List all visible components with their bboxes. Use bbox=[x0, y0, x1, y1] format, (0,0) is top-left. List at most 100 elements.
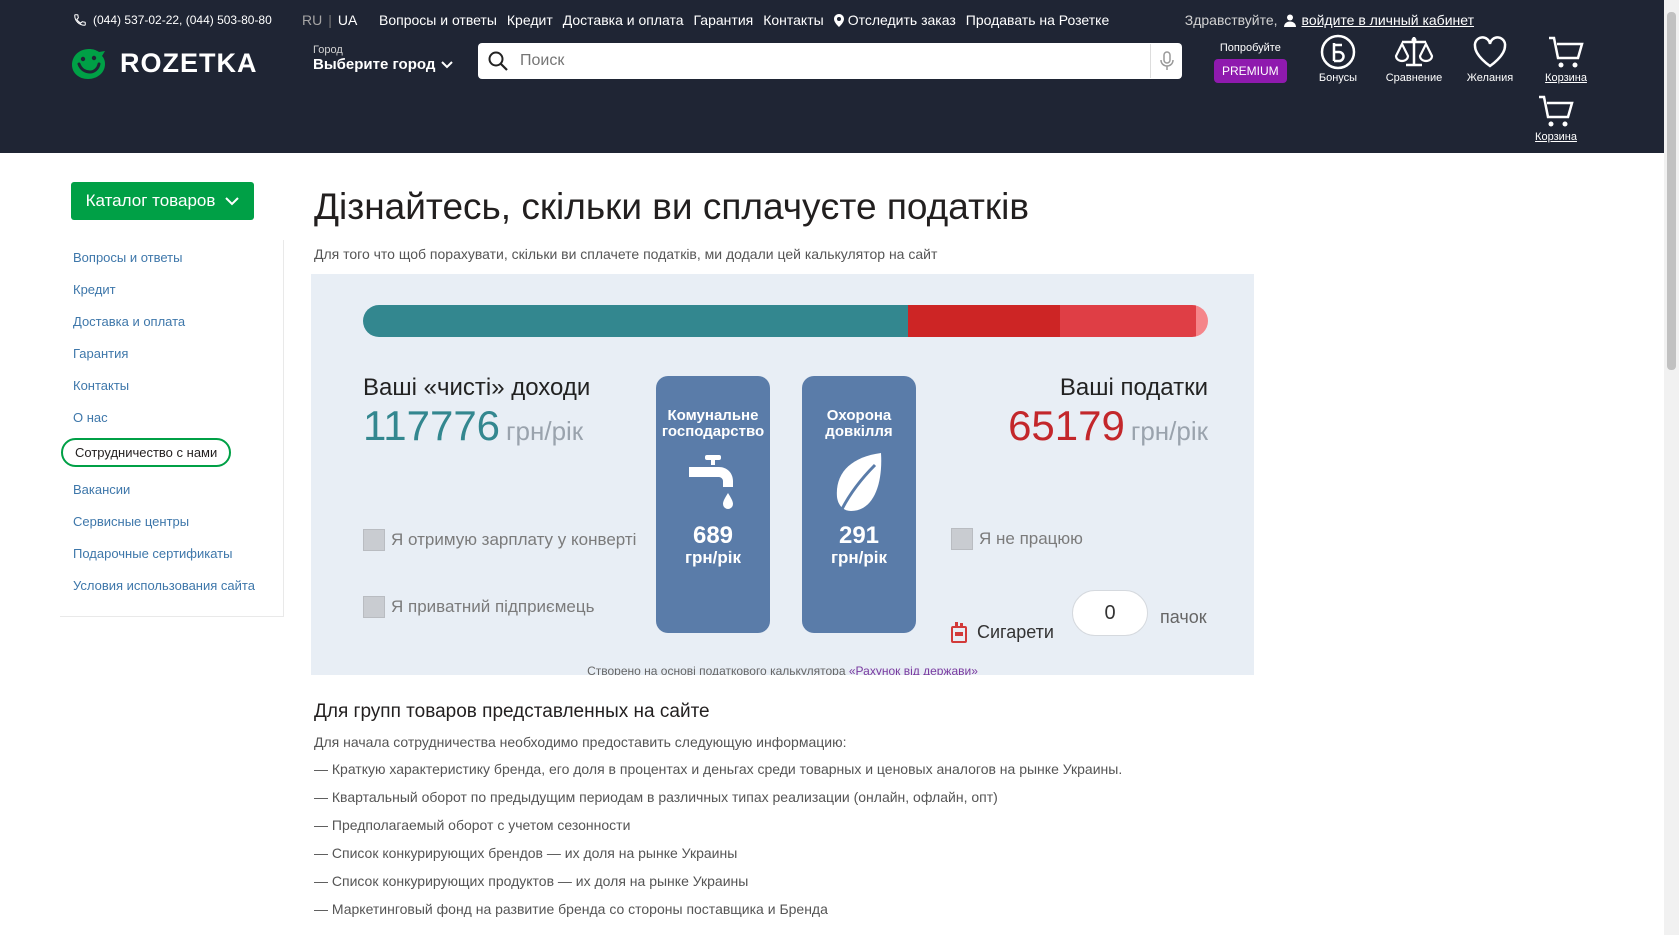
calculator-credit: Створено на основі податкового калькулят… bbox=[311, 664, 1254, 675]
leaf-icon bbox=[836, 453, 882, 512]
cigarettes-label: Сигарети bbox=[977, 621, 1054, 642]
lang-ua[interactable]: UA bbox=[338, 12, 357, 28]
sidebar-item-credit[interactable]: Кредит bbox=[73, 282, 116, 297]
bar-tax-segment-1 bbox=[908, 305, 1060, 337]
checkbox-entrepreneur[interactable]: Я приватний підприємець bbox=[363, 596, 594, 618]
language-switch: RU | UA bbox=[302, 12, 358, 28]
checkbox-box[interactable] bbox=[363, 529, 385, 551]
cart-icon bbox=[1539, 95, 1574, 127]
checkbox-box[interactable] bbox=[363, 596, 385, 618]
login-link[interactable]: войдите в личный кабинет bbox=[1302, 12, 1474, 28]
premium-promo[interactable]: Попробуйте PREMIUM bbox=[1214, 42, 1287, 83]
phone-numbers: (044) 537-02-22, (044) 503-80-80 bbox=[93, 13, 272, 27]
sidebar-item-about[interactable]: О нас bbox=[73, 410, 108, 425]
lang-ru[interactable]: RU bbox=[302, 12, 322, 28]
checkbox-envelope-salary[interactable]: Я отримую зарплату у конверті bbox=[363, 529, 636, 551]
list-item: — Список конкурирующих брендов — их доля… bbox=[314, 845, 738, 861]
net-income-unit: грн/рік bbox=[506, 416, 584, 446]
wishlist-button[interactable]: Желания bbox=[1452, 34, 1528, 84]
cigarette-pack-icon bbox=[951, 622, 967, 643]
sidebar-item-delivery[interactable]: Доставка и оплата bbox=[73, 314, 185, 329]
list-item: — Список конкурирующих продуктов — их до… bbox=[314, 873, 749, 889]
card-environment-unit: грн/рік bbox=[830, 548, 888, 567]
sidebar-item-terms[interactable]: Условия использования сайта bbox=[73, 578, 255, 593]
list-item: — Квартальный оборот по предыдущим перио… bbox=[314, 789, 998, 805]
sidebar-item-contacts[interactable]: Контакты bbox=[73, 378, 129, 393]
wishlist-label: Желания bbox=[1466, 72, 1514, 84]
top-link-track-order[interactable]: Отследить заказ bbox=[833, 12, 956, 28]
checkbox-not-working-label: Я не працюю bbox=[979, 529, 1083, 548]
checkbox-box[interactable] bbox=[951, 528, 973, 550]
rozetka-logo[interactable]: ROZETKA bbox=[70, 45, 258, 81]
sidebar-item-warranty[interactable]: Гарантия bbox=[73, 346, 128, 361]
microphone-icon[interactable] bbox=[1150, 44, 1182, 78]
heart-icon bbox=[1473, 36, 1507, 68]
rozetka-smile-icon bbox=[72, 49, 105, 79]
sidebar-item-gift-cards[interactable]: Подарочные сертификаты bbox=[73, 546, 232, 561]
chevron-down-icon bbox=[441, 60, 454, 68]
page-title: Дізнайтесь, скільки ви сплачуєте податкі… bbox=[314, 186, 1029, 227]
compare-label: Сравнение bbox=[1385, 72, 1443, 84]
net-income-block: Ваші «чисті» доходи 117776 грн/рік bbox=[363, 374, 590, 450]
sidebar-menu: Вопросы и ответы Кредит Доставка и оплат… bbox=[60, 240, 284, 617]
sidebar-item-faq[interactable]: Вопросы и ответы bbox=[73, 250, 182, 265]
cigarettes-row: Сигарети bbox=[951, 621, 1054, 643]
bar-tax-segment-3 bbox=[1196, 305, 1208, 337]
phone-icon bbox=[74, 14, 86, 26]
chevron-down-icon bbox=[225, 196, 240, 205]
top-link-sell[interactable]: Продавать на Розетке bbox=[966, 12, 1109, 28]
card-utilities-title: Комунальне господарство bbox=[661, 407, 765, 440]
cart-button[interactable]: Корзина bbox=[1528, 34, 1604, 84]
search-input[interactable] bbox=[518, 44, 1150, 78]
city-label: Город bbox=[313, 44, 343, 56]
user-icon bbox=[1283, 14, 1296, 27]
top-link-delivery[interactable]: Доставка и оплата bbox=[563, 12, 684, 28]
search-bar bbox=[478, 43, 1182, 79]
top-link-contacts[interactable]: Контакты bbox=[763, 12, 823, 28]
premium-try-label: Попробуйте bbox=[1219, 42, 1281, 54]
credit-link[interactable]: «Рахунок від держави» bbox=[849, 664, 978, 675]
premium-badge: PREMIUM bbox=[1214, 59, 1287, 83]
checkbox-envelope-label: Я отримую зарплату у конверті bbox=[391, 530, 637, 549]
logo-word: ROZETKA bbox=[120, 47, 258, 78]
sidebar-item-partnership[interactable]: Сотрудничество с нами bbox=[61, 438, 232, 467]
top-link-warranty[interactable]: Гарантия bbox=[694, 12, 754, 28]
city-selector[interactable]: Город Выберите город bbox=[313, 44, 454, 73]
card-utilities-unit: грн/рік bbox=[684, 548, 742, 567]
bonuses-button[interactable]: Бонусы bbox=[1300, 34, 1376, 84]
sidebar-item-service-centers[interactable]: Сервисные центры bbox=[73, 514, 189, 529]
bonuses-label: Бонусы bbox=[1318, 72, 1358, 84]
phone-block[interactable]: (044) 537-02-22, (044) 503-80-80 bbox=[73, 13, 272, 27]
bar-net-income bbox=[363, 305, 908, 337]
card-utilities-value: 689 bbox=[692, 522, 734, 549]
header-actions: Бонусы Сравнение Желания Корзина bbox=[1300, 34, 1604, 84]
top-link-faq[interactable]: Вопросы и ответы bbox=[379, 12, 497, 28]
card-environment-value: 291 bbox=[838, 522, 880, 549]
tax-ratio-bar bbox=[363, 305, 1208, 337]
cart-label-secondary: Корзина bbox=[1535, 131, 1577, 143]
page-scrollbar[interactable] bbox=[1664, 0, 1679, 935]
scales-icon bbox=[1394, 37, 1434, 67]
greeting-text: Здравствуйте, bbox=[1184, 12, 1278, 28]
catalog-button[interactable]: Каталог товаров bbox=[71, 182, 254, 220]
cart-button-secondary[interactable]: Корзина bbox=[1518, 93, 1594, 143]
card-environment-title: Охорона довкілля bbox=[825, 407, 893, 440]
compare-button[interactable]: Сравнение bbox=[1376, 34, 1452, 84]
search-icon bbox=[478, 51, 518, 71]
cart-label: Корзина bbox=[1545, 72, 1587, 84]
cigarettes-count-input[interactable]: 0 bbox=[1072, 590, 1148, 636]
taxes-value: 65179 bbox=[1008, 402, 1125, 449]
credit-text: Створено на основі податкового калькулят… bbox=[587, 664, 846, 675]
page-lead: Для того что щоб порахувати, скільки ви … bbox=[314, 246, 938, 262]
catalog-button-label: Каталог товаров bbox=[85, 191, 216, 210]
user-greeting: Здравствуйте, войдите в личный кабинет bbox=[1185, 12, 1474, 28]
top-link-credit[interactable]: Кредит bbox=[507, 12, 553, 28]
top-links: Вопросы и ответы Кредит Доставка и оплат… bbox=[379, 12, 1109, 28]
bonus-coin-icon bbox=[1320, 34, 1356, 70]
checkbox-not-working[interactable]: Я не працюю bbox=[951, 528, 1083, 550]
net-income-title: Ваші «чисті» доходи bbox=[363, 374, 591, 401]
list-item: — Краткую характеристику бренда, его дол… bbox=[314, 761, 1123, 777]
card-environment: Охорона довкілля 291 грн/рік bbox=[802, 376, 916, 633]
scrollbar-thumb[interactable] bbox=[1667, 12, 1676, 370]
sidebar-item-vacancies[interactable]: Вакансии bbox=[73, 482, 130, 497]
